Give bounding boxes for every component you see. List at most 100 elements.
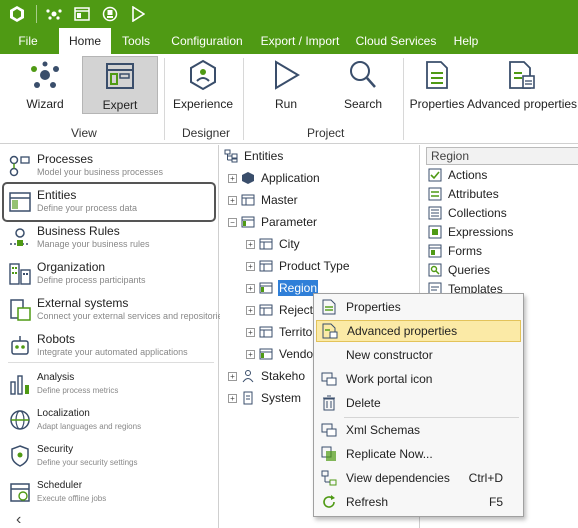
expand-toggle[interactable]: +: [228, 173, 237, 183]
process-navigator: Processes Model your business processes …: [0, 145, 227, 528]
menu-item-label: Properties: [346, 300, 401, 314]
menu-item-advanced-properties[interactable]: Advanced properties: [316, 320, 521, 342]
expand-toggle[interactable]: +: [228, 371, 237, 381]
entity-name-field[interactable]: Region: [426, 147, 578, 165]
expand-toggle[interactable]: +: [246, 283, 255, 293]
panel-item-queries[interactable]: Queries: [428, 261, 490, 279]
wizard-button[interactable]: Wizard: [20, 56, 70, 114]
tree-node-region[interactable]: + Region: [246, 279, 319, 297]
menu-item-refresh[interactable]: Refresh F5: [316, 491, 521, 513]
attributes-icon: [428, 187, 442, 201]
expand-toggle[interactable]: +: [246, 349, 255, 359]
nav-item-external-systems[interactable]: External systems Connect your external s…: [0, 296, 227, 328]
tree-node-reject[interactable]: + Reject: [246, 301, 314, 319]
bizagi-eye-icon[interactable]: [43, 3, 65, 25]
table-icon: [259, 347, 273, 361]
table-icon: [259, 259, 273, 273]
expand-toggle[interactable]: +: [228, 195, 237, 205]
properties-icon: [425, 56, 449, 94]
expand-toggle[interactable]: +: [246, 305, 255, 315]
panel-item-forms[interactable]: Forms: [428, 242, 482, 260]
menu-item-replicate-now[interactable]: Replicate Now...: [316, 443, 521, 465]
business-rules-icon: [8, 226, 32, 250]
globe-icon: [8, 408, 32, 432]
expand-toggle[interactable]: +: [246, 261, 255, 271]
stakeholder-icon: [241, 369, 255, 383]
collapse-toggle[interactable]: −: [228, 217, 237, 227]
nav-item-organization[interactable]: Organization Define process participants: [0, 260, 219, 292]
expand-toggle[interactable]: +: [228, 393, 237, 403]
app-logo-icon[interactable]: [6, 3, 28, 25]
tab-export-import[interactable]: Export / Import: [257, 28, 343, 54]
table-icon: [259, 303, 273, 317]
nav-item-processes[interactable]: Processes Model your business processes: [0, 152, 219, 184]
save-icon[interactable]: [99, 3, 121, 25]
expand-toggle[interactable]: +: [246, 327, 255, 337]
tree-node-label: Entities: [244, 149, 284, 163]
group-separator: [243, 58, 244, 140]
advanced-properties-button[interactable]: Advanced properties: [466, 56, 578, 114]
advanced-properties-label: Advanced properties: [466, 97, 578, 111]
menu-item-xml-schemas[interactable]: Xml Schemas: [316, 419, 521, 441]
menu-item-label: Xml Schemas: [346, 423, 421, 437]
nav-item-subtitle: Define your process data: [37, 203, 138, 213]
menu-item-view-dependencies[interactable]: View dependencies Ctrl+D: [316, 467, 521, 489]
tree-node-application[interactable]: + Application: [228, 169, 321, 187]
experience-label: Experience: [172, 97, 234, 111]
tree-node-master[interactable]: + Master: [228, 191, 299, 209]
menu-item-delete[interactable]: Delete: [316, 392, 521, 414]
menu-item-shortcut: Ctrl+D: [468, 471, 503, 485]
tree-node-city[interactable]: + City: [246, 235, 301, 253]
tab-cloud-services[interactable]: Cloud Services: [354, 28, 438, 54]
nav-item-scheduler[interactable]: Scheduler Execute offline jobs: [0, 478, 219, 510]
tree-node-label: Stakeho: [261, 369, 306, 383]
nav-item-analysis[interactable]: Analysis Define process metrics: [0, 370, 219, 402]
menu-item-shortcut: F5: [488, 495, 503, 509]
nav-item-entities[interactable]: Entities Define your process data: [0, 188, 219, 220]
panel-item-expressions[interactable]: Expressions: [428, 223, 513, 241]
tab-tools[interactable]: Tools: [116, 28, 156, 54]
tab-home[interactable]: Home: [59, 28, 111, 54]
search-button[interactable]: Search: [338, 56, 388, 114]
work-portal-icon: [318, 368, 340, 390]
tab-configuration[interactable]: Configuration: [166, 28, 248, 54]
nav-item-business-rules[interactable]: Business Rules Manage your business rule…: [0, 224, 219, 256]
panel-item-attributes[interactable]: Attributes: [428, 185, 499, 203]
analysis-icon: [8, 372, 32, 396]
document-icon: [241, 391, 255, 405]
menu-item-label: Refresh: [346, 495, 389, 509]
expert-button[interactable]: Expert: [82, 56, 158, 114]
run-button[interactable]: Run: [262, 56, 310, 114]
tree-node-system[interactable]: + System: [228, 389, 302, 407]
collections-icon: [428, 206, 442, 220]
panel-item-collections[interactable]: Collections: [428, 204, 507, 222]
tree-node-stakeholders[interactable]: + Stakeho: [228, 367, 306, 385]
entities-tree-icon: [224, 149, 238, 163]
queries-icon: [428, 263, 442, 277]
tree-node-entities[interactable]: Entities: [224, 147, 284, 165]
panel-item-actions[interactable]: Actions: [428, 166, 487, 184]
tree-node-vendor[interactable]: + Vendo: [246, 345, 314, 363]
constructor-icon: [318, 344, 340, 366]
tab-help[interactable]: Help: [447, 28, 485, 54]
table-icon: [259, 237, 273, 251]
run-icon[interactable]: [127, 3, 149, 25]
menu-item-properties[interactable]: Properties: [316, 296, 521, 318]
tab-file[interactable]: File: [10, 28, 46, 54]
nav-item-security[interactable]: Security Define your security settings: [0, 442, 219, 474]
nav-item-robots[interactable]: Robots Integrate your automated applicat…: [0, 332, 219, 364]
window-icon[interactable]: [71, 3, 93, 25]
processes-icon: [8, 154, 32, 178]
calendar-icon: [8, 480, 32, 504]
nav-item-localization[interactable]: Localization Adapt languages and regions: [0, 406, 219, 438]
menu-item-new-constructor[interactable]: New constructor: [316, 344, 521, 366]
collapse-chevron-icon[interactable]: ‹: [16, 511, 21, 528]
experience-button[interactable]: Experience: [172, 56, 234, 114]
menu-item-work-portal-icon[interactable]: Work portal icon: [316, 368, 521, 390]
tree-node-territory[interactable]: + Territo: [246, 323, 313, 341]
tree-node-product-type[interactable]: + Product Type: [246, 257, 351, 275]
experience-icon: [189, 56, 217, 94]
properties-button[interactable]: Properties: [410, 56, 464, 114]
tree-node-parameter[interactable]: − Parameter: [228, 213, 318, 231]
expand-toggle[interactable]: +: [246, 239, 255, 249]
